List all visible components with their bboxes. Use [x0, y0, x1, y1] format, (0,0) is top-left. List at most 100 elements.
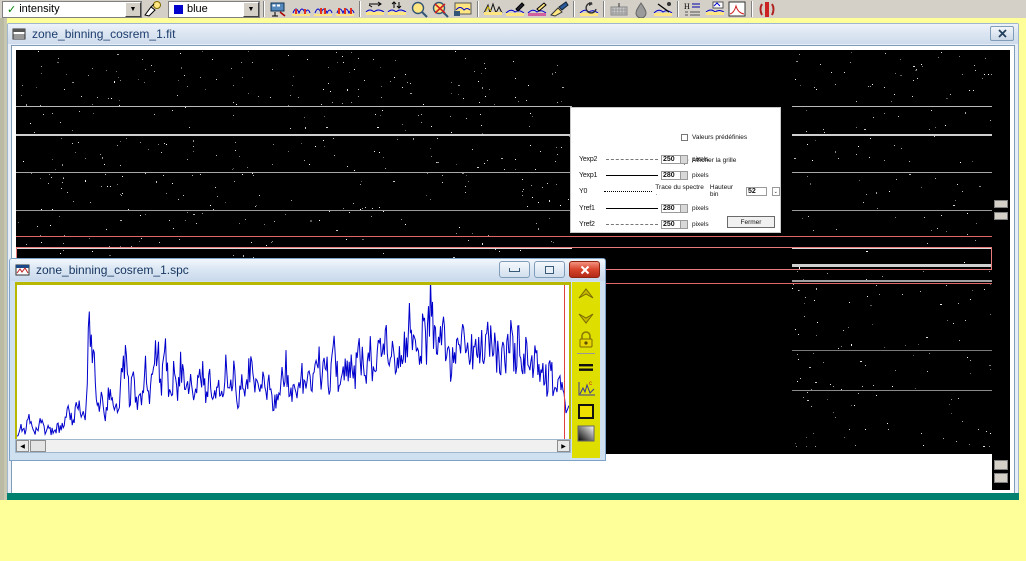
image-hot-pixel	[292, 85, 293, 86]
spinner-icon[interactable]	[680, 205, 687, 213]
image-hot-pixel	[55, 169, 56, 170]
peak-center-icon[interactable]	[312, 1, 334, 18]
image-hot-pixel	[795, 329, 796, 330]
chevron-down-icon[interactable]: ▼	[243, 2, 259, 17]
row-yref2-input[interactable]: 250	[661, 220, 688, 229]
image-hot-pixel	[816, 335, 817, 336]
image-hot-pixel	[799, 290, 800, 291]
close-button[interactable]	[569, 261, 600, 278]
image-hot-pixel	[895, 73, 896, 74]
fit-close-button[interactable]	[990, 26, 1014, 41]
gradient-icon[interactable]	[575, 423, 597, 443]
image-hot-pixel	[807, 392, 808, 393]
spectrum-curve-icon[interactable]: c	[575, 379, 597, 399]
strip-button[interactable]	[994, 473, 1008, 483]
predefined-values-checkbox[interactable]	[681, 134, 688, 141]
close-dialog-button[interactable]: Fermer	[727, 216, 775, 228]
calibration-icon[interactable]	[704, 1, 726, 18]
image-hot-pixel	[990, 120, 991, 121]
row-yexp2-input[interactable]: 250	[661, 155, 688, 164]
row-yexp1[interactable]: Yexp1 280 pixels	[579, 170, 709, 180]
scroll-thumb[interactable]	[30, 440, 46, 452]
peak-left-icon[interactable]	[290, 1, 312, 18]
predefined-values-row[interactable]: Valeurs prédéfinies	[681, 134, 747, 141]
spinner-icon[interactable]	[680, 221, 687, 229]
bin-height-input[interactable]: 52	[746, 187, 767, 196]
spectrum-pen-icon[interactable]	[504, 1, 526, 18]
spectrum-multi-icon[interactable]	[482, 1, 504, 18]
arrow-down-icon[interactable]	[575, 307, 597, 327]
spinner-icon[interactable]	[680, 172, 687, 180]
image-hot-pixel	[349, 72, 350, 73]
image-hot-pixel	[122, 193, 123, 194]
yellow-square-icon[interactable]	[575, 401, 597, 421]
spinner-icon[interactable]	[680, 156, 687, 164]
image-hot-pixel	[323, 140, 324, 141]
profile-icon[interactable]	[726, 1, 748, 18]
row-yexp1-input[interactable]: 280	[661, 171, 688, 180]
spectrum-trace	[17, 285, 569, 436]
spectrum-brush-icon[interactable]	[548, 1, 570, 18]
image-hot-pixel	[349, 212, 350, 213]
palette-hand-icon[interactable]	[142, 1, 166, 18]
image-hot-pixel	[513, 61, 514, 62]
row-yexp2[interactable]: Yexp2 250 pixels	[579, 154, 709, 164]
scroll-left-button[interactable]: ◀	[16, 440, 29, 452]
lock-icon[interactable]	[575, 329, 597, 349]
image-hot-pixel	[346, 239, 347, 240]
zoom-delete-icon[interactable]	[430, 1, 452, 18]
header-icon[interactable]: H	[682, 1, 704, 18]
image-hot-pixel	[945, 125, 946, 126]
image-hot-pixel	[530, 145, 531, 146]
image-hot-pixel	[358, 58, 359, 59]
grid-icon[interactable]	[608, 1, 630, 18]
spc-window-titlebar[interactable]: zone_binning_cosrem_1.spc	[10, 259, 605, 281]
image-hot-pixel	[901, 148, 902, 149]
image-hot-pixel	[927, 371, 928, 372]
drop-icon[interactable]	[630, 1, 652, 18]
equals-icon[interactable]	[575, 357, 597, 377]
peak-right-icon[interactable]	[334, 1, 356, 18]
spectrum-undo-icon[interactable]	[578, 1, 600, 18]
image-hot-pixel	[894, 94, 895, 95]
fit-window-titlebar[interactable]: zone_binning_cosrem_1.fit	[8, 24, 1018, 44]
red-split-icon[interactable]	[756, 1, 778, 18]
row-yref1[interactable]: Yref1 280 pixels	[579, 203, 709, 213]
strip-button[interactable]	[994, 460, 1008, 470]
spectrum-shift-icon[interactable]	[364, 1, 386, 18]
image-hot-pixel	[336, 230, 338, 231]
row-yref1-input[interactable]: 280	[661, 204, 688, 213]
image-hot-pixel	[193, 214, 195, 215]
image-hot-pixel	[891, 101, 892, 102]
image-hot-pixel	[855, 445, 856, 446]
image-hot-pixel	[536, 223, 537, 224]
color-combo[interactable]: blue ▼	[168, 1, 260, 18]
row-yref2[interactable]: Yref2 250 pixels	[579, 219, 709, 229]
image-hot-pixel	[72, 130, 73, 131]
spectrum-align-icon[interactable]	[386, 1, 408, 18]
image-hot-pixel	[482, 243, 483, 245]
spectrum-window-icon[interactable]	[452, 1, 474, 18]
binning-parameters-dialog[interactable]: Valeurs prédéfinies Afficher la grille Y…	[570, 107, 781, 233]
chevron-down-icon[interactable]: ▼	[125, 2, 141, 17]
fit-image-right-strip[interactable]	[992, 50, 1010, 472]
fit-window-bottom-right-strip[interactable]	[992, 454, 1010, 490]
zoom-in-icon[interactable]	[408, 1, 430, 18]
row-yref2-value: 250	[663, 221, 675, 228]
row-y0[interactable]: Y0 Trace du spectre · Hauteur bin 52 ⌄	[579, 186, 780, 196]
arrow-up-icon[interactable]	[575, 285, 597, 305]
image-hot-pixel	[810, 183, 811, 185]
spectrum-cut-icon[interactable]	[652, 1, 674, 18]
image-hot-pixel	[538, 228, 539, 230]
spectrum-plot[interactable]	[15, 282, 571, 442]
intensity-combo[interactable]: ✓ intensity ▼	[2, 1, 142, 18]
binning-zone-icon[interactable]	[268, 1, 290, 18]
plot-horizontal-scrollbar[interactable]: ◀ ▶	[15, 439, 571, 453]
minimize-button[interactable]	[499, 261, 530, 278]
bin-height-stepper-icon[interactable]: ⌄	[772, 187, 780, 196]
image-hot-pixel	[148, 149, 149, 150]
image-hot-pixel	[797, 354, 798, 355]
spectrum-marker-icon[interactable]	[526, 1, 548, 18]
scroll-right-button[interactable]: ▶	[557, 440, 570, 452]
restore-button[interactable]	[534, 261, 565, 278]
